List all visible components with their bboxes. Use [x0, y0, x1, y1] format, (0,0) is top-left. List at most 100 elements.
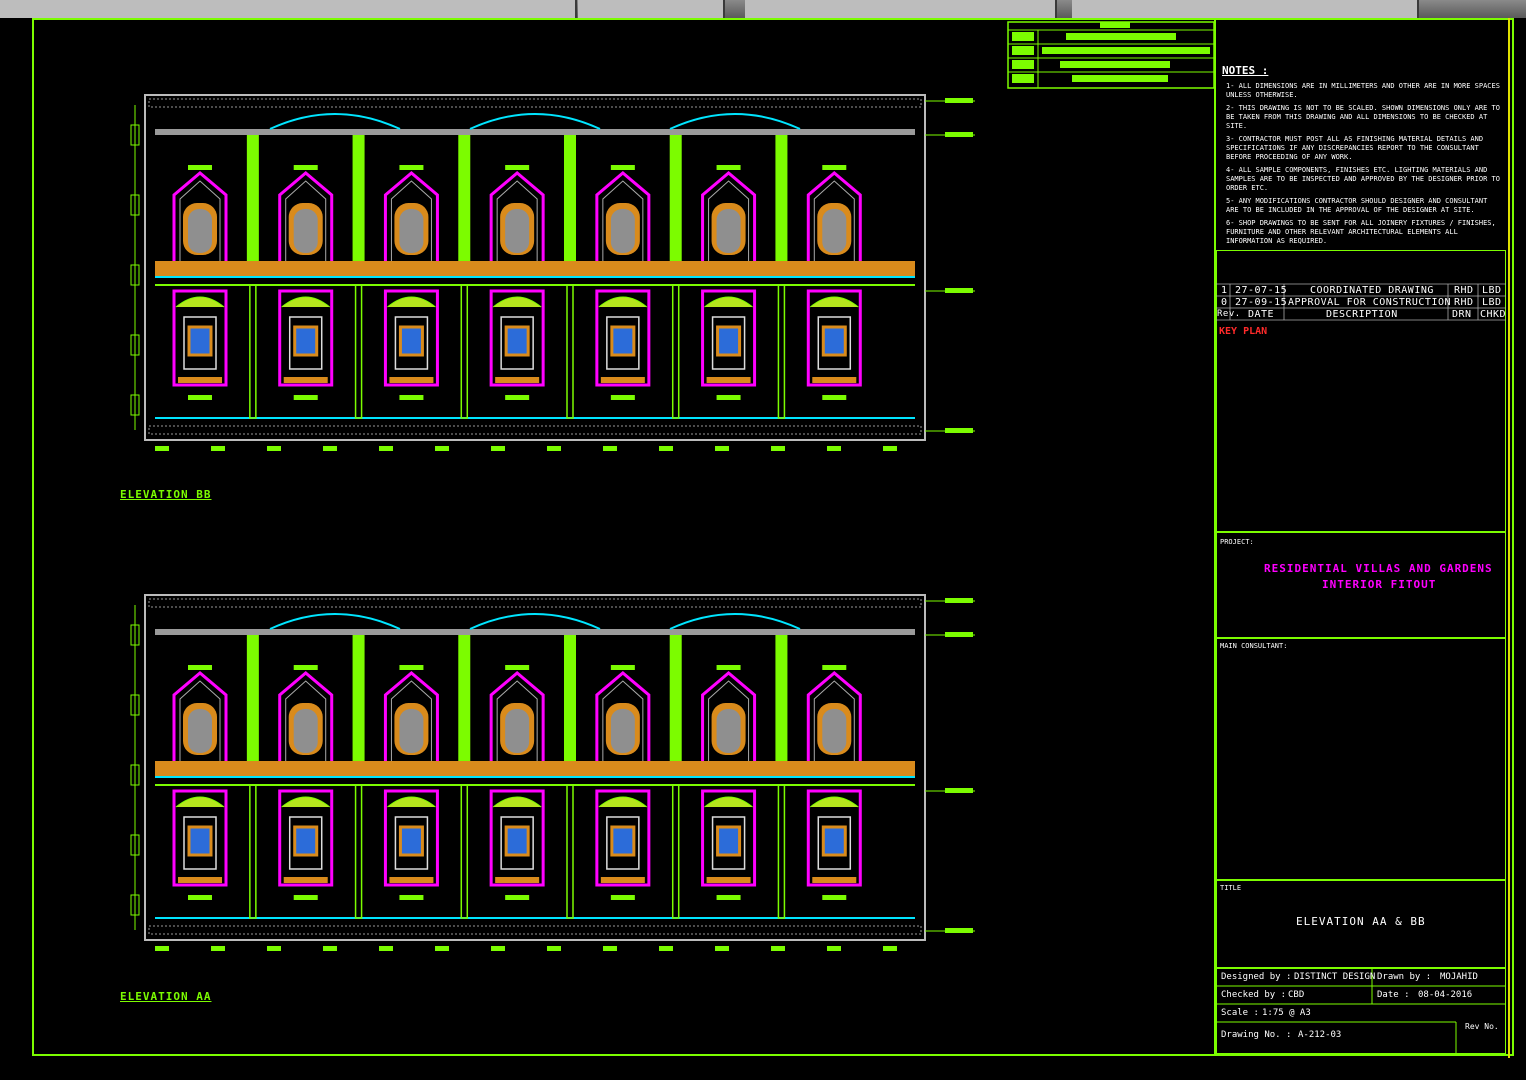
pilaster-column	[564, 135, 576, 261]
dimension-tag	[945, 98, 973, 103]
decor-panel	[187, 825, 213, 857]
dimension-tag	[293, 895, 318, 900]
pilaster-column	[352, 135, 365, 261]
lower-column	[354, 784, 363, 919]
dimension-tag	[505, 165, 530, 170]
mirror-glass	[293, 709, 318, 753]
checked-by-value: CBD	[1288, 990, 1305, 1000]
lower-arch-panel	[704, 296, 753, 308]
ceiling-arch	[669, 113, 801, 130]
note-item: 3- CONTRACTOR MUST POST ALL AS FINISHING…	[1226, 135, 1484, 161]
decor-panel	[398, 325, 424, 357]
dimension-tag	[603, 446, 617, 451]
dimension-tag	[491, 446, 505, 451]
lower-column	[249, 284, 257, 419]
mirror-glass	[822, 709, 847, 753]
scale-label: Scale :	[1221, 1008, 1259, 1018]
revision-chk-cell: LBD	[1482, 297, 1502, 308]
decor-panel	[187, 325, 213, 357]
lower-column	[566, 784, 574, 919]
dimension-tag	[659, 946, 673, 951]
dimension-tag	[293, 395, 318, 400]
checked-by-label: Checked by :	[1221, 990, 1287, 1000]
lower-sill	[495, 377, 540, 383]
lower-arch-panel	[281, 796, 331, 808]
dimension-tag	[610, 895, 635, 900]
lower-column	[671, 784, 680, 919]
decor-panel	[293, 825, 319, 857]
dimension-tag	[155, 946, 169, 951]
scale-value: 1:75 @ A3	[1262, 1008, 1311, 1018]
decor-panel	[398, 825, 424, 857]
lower-sill	[283, 877, 328, 883]
lower-sill	[389, 377, 434, 383]
lower-column	[777, 284, 786, 419]
lower-column	[354, 284, 363, 419]
dimension-tag	[505, 895, 530, 900]
revision-header-date: DATE	[1248, 309, 1275, 320]
mirror-glass	[610, 209, 635, 253]
mirror-glass	[716, 709, 741, 753]
dimension-tag	[659, 446, 673, 451]
dimension-tag	[945, 288, 973, 293]
lower-sill	[706, 877, 751, 883]
schedule-table-top	[1007, 21, 1215, 89]
dimension-tag	[547, 446, 561, 451]
lower-sill	[178, 877, 222, 883]
dimension-tag	[603, 946, 617, 951]
dimension-tag	[945, 788, 973, 793]
dimension-tag	[610, 665, 635, 670]
dimension-tag	[293, 165, 318, 170]
dimension-tag	[716, 395, 741, 400]
dimension-tag	[435, 446, 449, 451]
lower-arch-panel	[281, 296, 331, 308]
ceiling-arch	[469, 113, 601, 130]
dimension-tag	[399, 395, 424, 400]
dimension-tag	[155, 446, 169, 451]
designed-by-label: Designed by :	[1221, 972, 1292, 982]
mirror-glass	[188, 209, 212, 253]
revision-date-cell: 27-07-15	[1235, 285, 1288, 296]
pilaster-column	[564, 635, 576, 761]
ceiling-arch	[669, 613, 801, 630]
dimension-tag	[211, 446, 225, 451]
mirror-glass	[610, 709, 635, 753]
ceiling-arch	[269, 113, 401, 130]
pilaster-column	[775, 135, 788, 261]
revision-date-cell: 27-09-15	[1235, 297, 1288, 308]
lower-sill	[389, 877, 434, 883]
project-name-line1: RESIDENTIAL VILLAS AND GARDENS	[1264, 562, 1493, 575]
lower-sill	[600, 877, 645, 883]
notes-list: 1- ALL DIMENSIONS ARE IN MILLIMETERS AND…	[1226, 82, 1502, 246]
dimension-tag	[827, 946, 841, 951]
dimension-tag	[822, 665, 847, 670]
lower-column	[777, 784, 786, 919]
lower-arch-panel	[492, 296, 542, 308]
elevation-label-bb: ELEVATION BB	[120, 488, 212, 501]
lower-sill	[706, 377, 751, 383]
revision-description-cell: APPROVAL FOR CONSTRUCTION	[1288, 297, 1452, 308]
revision-description-cell: COORDINATED DRAWING	[1310, 285, 1434, 296]
lower-sill	[812, 877, 857, 883]
dimension-tag	[188, 165, 212, 170]
dimension-tag	[771, 446, 785, 451]
dimension-tag	[610, 395, 635, 400]
note-item: 2- THIS DRAWING IS NOT TO BE SCALED. SHO…	[1226, 104, 1500, 130]
lower-arch-panel	[175, 796, 225, 808]
decor-panel	[716, 825, 742, 857]
dimension-tag	[399, 165, 424, 170]
lower-arch-panel	[704, 796, 753, 808]
ceiling-arch	[469, 613, 601, 630]
note-item: 6- SHOP DRAWINGS TO BE SENT FOR ALL JOIN…	[1226, 219, 1496, 245]
lower-arch-panel	[492, 796, 542, 808]
revision-header-rev: Rev.	[1217, 309, 1241, 319]
drawing-number-label: Drawing No. :	[1221, 1030, 1292, 1040]
dimension-tag	[505, 395, 530, 400]
dimension-tag	[547, 946, 561, 951]
project-label: PROJECT:	[1220, 538, 1254, 546]
mirror-glass	[716, 209, 741, 253]
top-hatch	[148, 598, 922, 608]
revision-header-description: DESCRIPTION	[1326, 309, 1398, 320]
mirror-glass	[188, 709, 212, 753]
pilaster-column	[352, 635, 365, 761]
